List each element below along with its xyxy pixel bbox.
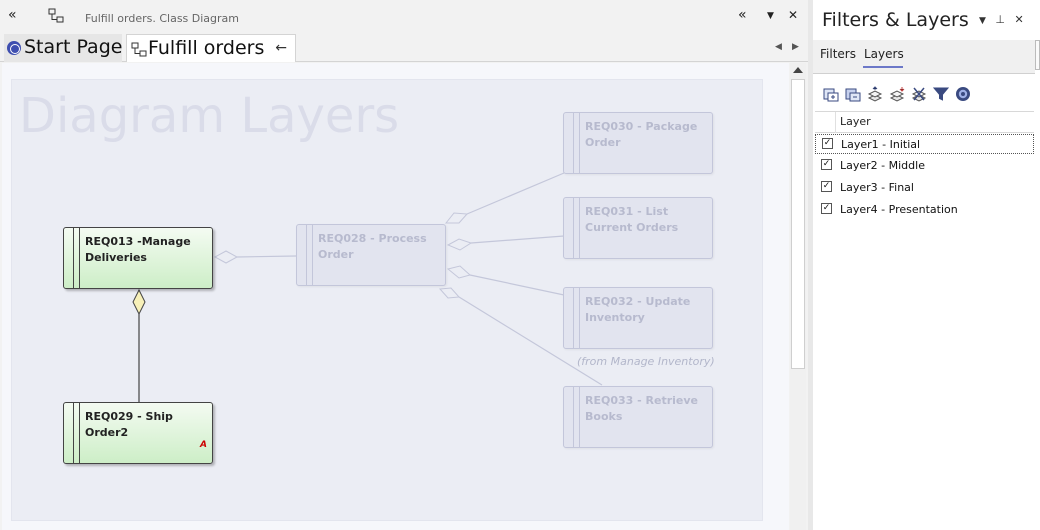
connector-req032-req028 xyxy=(469,274,565,296)
layer-column-header[interactable]: Layer xyxy=(840,115,871,128)
element-label: REQ033 - Retrieve Books xyxy=(585,394,698,423)
class-diagram-icon xyxy=(48,8,64,23)
delete-layer-icon[interactable] xyxy=(911,86,927,102)
aggregation-diamond xyxy=(438,287,461,299)
element-req033[interactable]: REQ033 - Retrieve Books xyxy=(563,386,713,448)
element-label: REQ031 - List Current Orders xyxy=(585,205,679,234)
connector-req028-req013 xyxy=(236,255,297,258)
scroll-up-icon[interactable] xyxy=(793,67,803,73)
tab-next-icon[interactable]: ▶ xyxy=(792,42,799,52)
diagram-pane: « Fulfill orders. Class Diagram « ▼ ✕ St… xyxy=(0,0,808,530)
aggregation-diamond xyxy=(213,250,239,264)
document-titlebar: « Fulfill orders. Class Diagram « ▼ ✕ xyxy=(0,6,808,30)
aggregation-diamond xyxy=(444,212,469,224)
tab-start-page-label: Start Page xyxy=(24,36,123,58)
pin-tab-icon[interactable]: ← xyxy=(275,35,287,62)
panel-controls: ▼ ⊥ ✕ xyxy=(979,13,1030,26)
close-icon[interactable]: ✕ xyxy=(1015,13,1024,26)
close-icon[interactable]: ✕ xyxy=(788,8,798,22)
element-req029[interactable]: REQ029 - Ship Order2 A xyxy=(63,402,213,464)
tab-start-page[interactable]: Start Page xyxy=(4,34,122,62)
layer-row[interactable]: ✓ Layer1 - Initial xyxy=(815,134,1034,154)
layer-visibility-checkbox[interactable]: ✓ xyxy=(822,138,833,149)
new-sublayer-icon[interactable] xyxy=(845,86,861,102)
tab-fulfill-orders-label: Fulfill orders xyxy=(148,37,265,59)
panel-tabs: Filters Layers xyxy=(813,40,1035,74)
element-label: REQ029 - Ship Order2 xyxy=(85,410,173,439)
layer-visibility-checkbox[interactable]: ✓ xyxy=(821,181,832,192)
element-req030[interactable]: REQ030 - Package Order xyxy=(563,112,713,174)
aggregation-diamond xyxy=(446,265,472,279)
abstract-badge: A xyxy=(200,440,207,450)
panel-edge-tab xyxy=(1035,40,1040,70)
layer-label: Layer2 - Middle xyxy=(840,159,925,172)
layer-row[interactable]: ✓ Layer4 - Presentation xyxy=(815,200,1034,220)
element-label: REQ013 -Manage Deliveries xyxy=(85,235,191,264)
collapse-right-icon[interactable]: « xyxy=(738,7,747,23)
vertical-scrollbar[interactable] xyxy=(790,63,806,530)
pin-icon[interactable]: ⊥ xyxy=(995,13,1005,26)
layer-visibility-checkbox[interactable]: ✓ xyxy=(821,203,832,214)
layer-visibility-checkbox[interactable]: ✓ xyxy=(821,159,832,170)
active-tab-indicator xyxy=(863,66,903,68)
element-label: REQ028 - Process Order xyxy=(318,232,427,261)
dropdown-icon[interactable]: ▼ xyxy=(767,11,774,21)
element-label: REQ032 - Update Inventory xyxy=(585,295,691,324)
layer-row[interactable]: ✓ Layer2 - Middle xyxy=(815,156,1034,176)
scrollbar-thumb[interactable] xyxy=(791,79,805,369)
tab-prev-icon[interactable]: ◀ xyxy=(775,42,782,52)
filters-layers-panel: Filters & Layers ▼ ⊥ ✕ Filters Layers La… xyxy=(808,0,1040,530)
layer-label: Layer3 - Final xyxy=(840,181,914,194)
element-req032[interactable]: REQ032 - Update Inventory xyxy=(563,287,713,349)
element-req013[interactable]: REQ013 -Manage Deliveries xyxy=(63,227,213,289)
tab-layers[interactable]: Layers xyxy=(864,47,904,61)
document-title: Fulfill orders. Class Diagram xyxy=(85,12,240,25)
layer-label: Layer4 - Presentation xyxy=(840,203,958,216)
element-label: REQ030 - Package Order xyxy=(585,120,698,149)
connector-req030-req028 xyxy=(466,172,565,215)
layer-up-icon[interactable] xyxy=(867,86,883,102)
aggregation-diamond xyxy=(446,238,473,251)
collapse-left-icon[interactable]: « xyxy=(8,7,17,23)
new-layer-icon[interactable] xyxy=(823,86,839,102)
filter-icon[interactable] xyxy=(933,86,949,102)
element-note: (from Manage Inventory) xyxy=(577,355,715,368)
layer-down-icon[interactable] xyxy=(889,86,905,102)
tab-fulfill-orders[interactable]: Fulfill orders ← xyxy=(126,34,296,62)
start-page-icon xyxy=(7,41,21,55)
tab-filters[interactable]: Filters xyxy=(820,47,856,61)
element-req031[interactable]: REQ031 - List Current Orders xyxy=(563,197,713,259)
layer-row[interactable]: ✓ Layer3 - Final xyxy=(815,178,1034,198)
diagram-canvas[interactable]: Diagram Layers REQ013 -Manage Deliveries xyxy=(2,63,789,530)
panel-title: Filters & Layers xyxy=(822,9,969,31)
element-req028[interactable]: REQ028 - Process Order xyxy=(296,224,446,286)
document-tabbar: Start Page Fulfill orders ← ◀ ▶ xyxy=(0,34,808,62)
aggregation-diamond xyxy=(132,288,146,316)
panel-menu-icon[interactable]: ▼ xyxy=(979,16,986,26)
header-divider xyxy=(835,112,836,133)
connector-req031-req028 xyxy=(470,235,565,244)
layer-label: Layer1 - Initial xyxy=(841,138,921,151)
help-icon[interactable] xyxy=(955,86,971,102)
layer-list-header: Layer xyxy=(815,111,1034,133)
class-diagram-icon xyxy=(131,42,147,57)
